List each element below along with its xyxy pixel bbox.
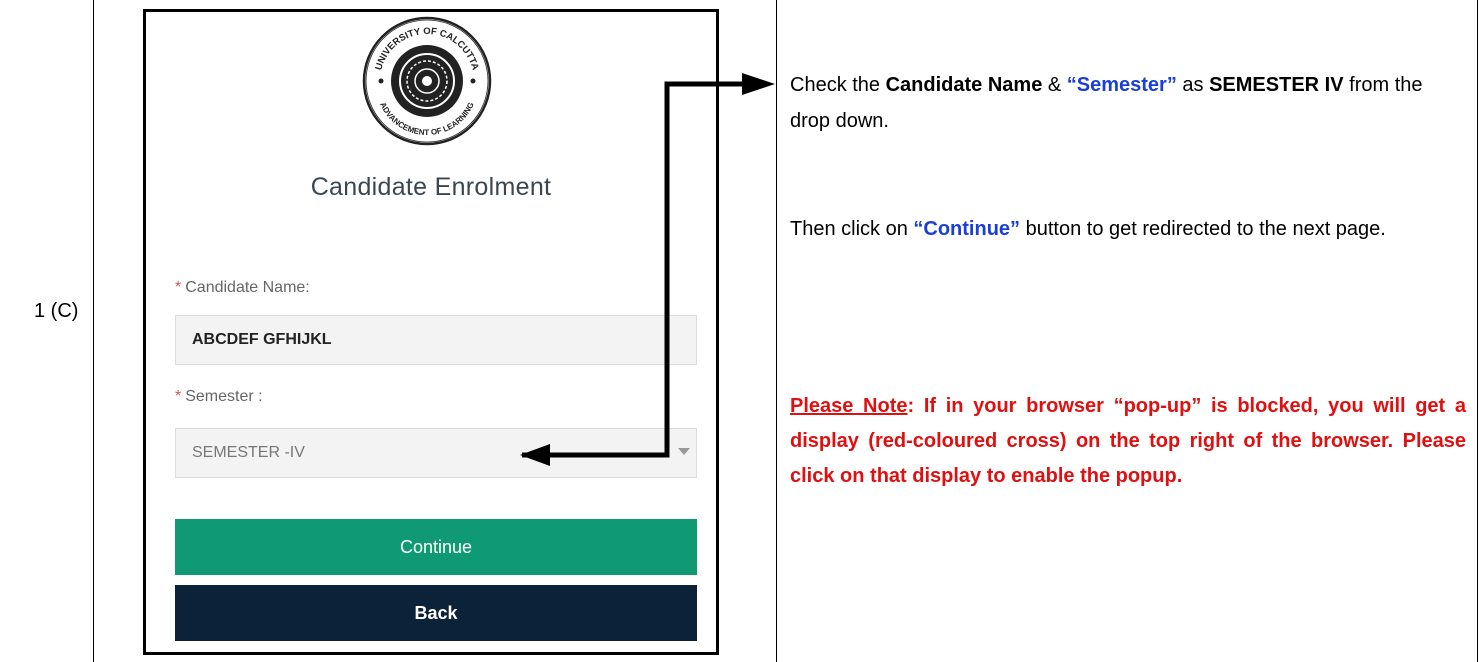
instruction-text: button to get redirected to the next pag… [1020,218,1386,240]
instruction-highlight: “Semester” [1066,74,1177,96]
connector-arrow-line [522,81,745,458]
instruction-text: & [1042,74,1067,96]
arrowhead-left-icon [520,444,550,466]
note-heading: Please Note [790,395,908,417]
instruction-bold: Candidate Name [885,74,1043,96]
popup-note: Please Note: If in your browser “pop-up”… [790,389,1466,494]
instruction-paragraph-1: Check the Candidate Name & “Semester” as… [790,67,1465,139]
instruction-text: Check the [790,74,886,96]
instruction-paragraph-2: Then click on “Continue” button to get r… [790,211,1465,247]
instruction-highlight: “Continue” [913,218,1021,240]
instruction-text: as [1176,74,1210,96]
instruction-text: Then click on [790,218,914,240]
arrowhead-right-icon [742,73,775,95]
instruction-bold: SEMESTER IV [1209,74,1344,96]
